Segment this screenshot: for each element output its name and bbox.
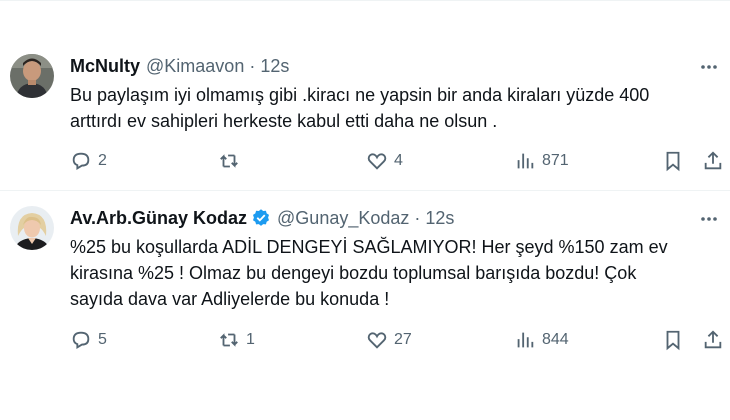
reply-button[interactable]: 2: [70, 150, 107, 172]
share-button[interactable]: [702, 150, 724, 172]
tweet-text-line: Bu paylaşım iyi olmamış gibi .kiracı ne …: [70, 85, 650, 105]
like-button[interactable]: 27: [366, 329, 412, 351]
timestamp[interactable]: 12s: [425, 208, 454, 229]
more-options-button[interactable]: [698, 56, 720, 78]
views-icon: [517, 153, 534, 169]
bookmark-icon: [666, 151, 680, 172]
reply-button[interactable]: 5: [70, 329, 107, 351]
author-handle[interactable]: @Kimaavon: [146, 56, 244, 77]
reply-count: 5: [98, 331, 107, 348]
bookmark-button[interactable]: [662, 150, 684, 172]
tweet-text: %25 bu koşullarda ADİL DENGEYİ SAĞLAMIYO…: [70, 234, 710, 312]
retweet-button[interactable]: 1: [218, 329, 255, 351]
timestamp[interactable]: 12s: [260, 56, 289, 77]
tweet-text: Bu paylaşım iyi olmamış gibi .kiracı ne …: [70, 82, 710, 134]
separator-dot: ·: [414, 207, 421, 228]
author-name[interactable]: Av.Arb.Günay Kodaz: [70, 208, 247, 229]
reply-icon: [72, 331, 90, 349]
like-count: 4: [394, 152, 403, 169]
tweet-mcnulty[interactable]: McNulty @Kimaavon · 12s Bu paylaşım iyi …: [0, 0, 730, 190]
retweet-icon: [220, 333, 238, 347]
bookmark-button[interactable]: [662, 329, 684, 351]
reply-icon: [72, 152, 90, 170]
author-name[interactable]: McNulty: [70, 56, 140, 77]
tweet-text-line: kirasına %25 ! Olmaz bu dengeyi bozdu to…: [70, 263, 637, 283]
retweet-count: 1: [246, 331, 255, 348]
share-button[interactable]: [702, 329, 724, 351]
more-icon: [701, 65, 717, 69]
like-icon: [367, 332, 387, 349]
tweet-text-line: %25 bu koşullarda ADİL DENGEYİ SAĞLAMIYO…: [70, 237, 668, 257]
action-bar: 5 1 27 844: [70, 329, 722, 355]
like-button[interactable]: 4: [366, 150, 403, 172]
author-handle[interactable]: @Gunay_Kodaz: [277, 208, 409, 229]
retweet-icon: [220, 154, 238, 168]
views-count: 844: [542, 331, 569, 348]
separator-dot: ·: [249, 55, 256, 76]
retweet-button[interactable]: [218, 150, 246, 172]
verified-badge-icon: [253, 209, 270, 226]
views-button[interactable]: 844: [514, 329, 569, 351]
more-icon: [701, 217, 717, 221]
bookmark-icon: [666, 330, 680, 351]
reply-count: 2: [98, 152, 107, 169]
tweet-gunay-kodaz[interactable]: Av.Arb.Günay Kodaz @Gunay_Kodaz · 12s %2…: [0, 190, 730, 420]
share-icon: [704, 151, 722, 170]
views-button[interactable]: 871: [514, 150, 569, 172]
views-icon: [517, 332, 534, 348]
avatar[interactable]: [10, 54, 54, 98]
more-options-button[interactable]: [698, 208, 720, 230]
avatar[interactable]: [10, 206, 54, 250]
views-count: 871: [542, 152, 569, 169]
tweet-text-line: sayıda dava var Adliyelerde bu konuda !: [70, 289, 390, 309]
like-count: 27: [394, 331, 412, 348]
action-bar: 2 4 871: [70, 150, 722, 176]
share-icon: [704, 330, 722, 349]
tweet-text-line: arttırdı ev sahipleri herkeste kabul ett…: [70, 111, 498, 131]
like-icon: [367, 153, 387, 170]
